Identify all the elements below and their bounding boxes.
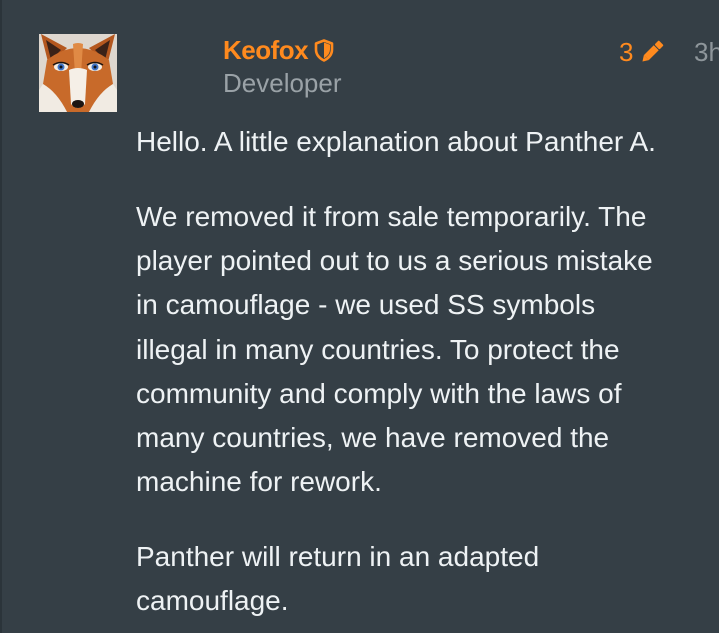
post-line: Hello. A little explanation about Panthe…: [136, 126, 656, 157]
pencil-icon: [638, 38, 666, 66]
post-line: community and comply with the laws of: [136, 377, 622, 409]
shield-icon: [314, 38, 334, 62]
fox-avatar[interactable]: [39, 34, 117, 112]
author-name[interactable]: Keofox: [223, 34, 309, 66]
edit-count: 3: [619, 37, 634, 67]
post-line: illegal in many countries. To protect th…: [136, 333, 620, 365]
post-line: machine for rework.: [136, 466, 382, 498]
left-border: [0, 0, 2, 633]
edit-history-button[interactable]: 3: [619, 36, 666, 68]
post-line: player pointed out to us a serious mista…: [136, 245, 653, 277]
post-paragraph: We removed it from sale temporarily. The…: [136, 195, 653, 504]
author-header[interactable]: Keofox: [223, 34, 334, 66]
post-timestamp[interactable]: 3h: [694, 36, 719, 68]
post-line: We removed it from sale temporarily. The: [136, 201, 647, 232]
post-line: many countries, we have removed the: [136, 422, 610, 454]
post-paragraph: Hello. A little explanation about Panthe…: [136, 120, 656, 164]
post-line: camouflage.: [136, 585, 289, 617]
post-line: in camouflage - we used SS symbols: [136, 289, 596, 321]
post-paragraph: Panther will return in an adapted camouf…: [136, 535, 539, 623]
fox-avatar-icon: [39, 34, 117, 112]
author-role: Developer: [223, 68, 342, 98]
post-line: Panther will return in an adapted: [136, 541, 540, 572]
